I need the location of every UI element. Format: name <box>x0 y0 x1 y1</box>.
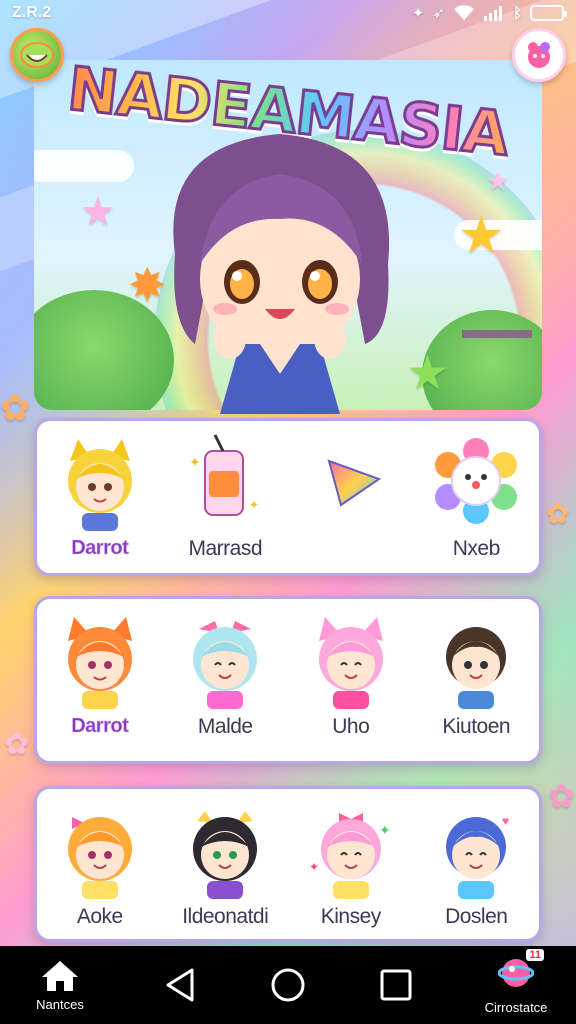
cloud-decoration <box>34 150 134 182</box>
orange-cat-girl-icon <box>67 617 132 709</box>
character-name: Malde <box>197 715 253 738</box>
play-triangle-icon <box>327 459 381 507</box>
character-name: Darrot <box>71 715 129 738</box>
arrow-icon: ➶ <box>432 5 445 22</box>
pink-haired-girl-icon: ✦ ✦ <box>309 813 391 899</box>
back-triangle-icon <box>166 968 194 1002</box>
character-card[interactable]: Ildeonatdi <box>163 789 289 939</box>
yellow-star-icon: ★ <box>458 207 505 265</box>
character-name: Uho <box>332 715 370 738</box>
blue-haired-boy-icon: ♥ <box>446 814 509 899</box>
svg-text:♥: ♥ <box>502 814 509 828</box>
pink-cat-girl-icon <box>318 617 383 709</box>
character-card[interactable] <box>288 421 414 573</box>
dark-haired-girl-icon <box>193 811 258 899</box>
community-tab[interactable]: 11 Cirrostatce <box>474 949 558 1015</box>
pink-flower-icon: ✿ <box>4 728 30 761</box>
svg-text:✦: ✦ <box>309 860 319 874</box>
character-name: Doslen <box>445 905 508 928</box>
home-label: Nantces <box>36 996 84 1012</box>
character-name: Ildeonatdi <box>182 905 269 928</box>
character-name: Kiutoen <box>442 715 511 738</box>
recents-square-icon <box>380 969 412 1001</box>
character-card[interactable]: ✦ ✦ Kinsey <box>288 789 414 939</box>
gazebo-decoration <box>462 330 532 380</box>
character-card[interactable]: Malde <box>163 599 289 761</box>
smile-leaf-icon <box>20 42 54 68</box>
character-name: Marrasd <box>188 537 263 560</box>
status-time: Z.R.2 <box>12 4 52 21</box>
home-circle-icon <box>271 968 305 1002</box>
character-card[interactable]: Uho <box>288 599 414 761</box>
character-name: Darrot <box>71 537 129 560</box>
status-bar: Z.R.2 ✦ ➶ ᛒ <box>0 0 576 26</box>
pink-creature-icon <box>528 42 550 68</box>
yellow-cat-girl-icon <box>67 439 132 531</box>
blue-haired-girl-icon <box>193 621 258 709</box>
character-card[interactable]: Kiutoen <box>414 599 540 761</box>
pink-flower-icon: ✿ <box>548 778 575 814</box>
character-card[interactable]: Nxeb <box>414 421 540 573</box>
juice-can-icon: ✦ ✦ <box>189 434 259 516</box>
wifi-icon <box>453 5 474 20</box>
character-panel-1: Darrot ✦ ✦ Marrasd Nxeb <box>34 418 542 576</box>
pink-star-icon: ★ <box>80 190 116 234</box>
pink-star-icon: ★ <box>486 166 510 196</box>
app-logo-button[interactable] <box>10 28 64 82</box>
character-name: Kinsey <box>320 905 382 928</box>
character-panel-2: Darrot Malde Uho Kiutoen <box>34 596 542 764</box>
orange-flower-icon: ✿ <box>546 498 570 529</box>
svg-text:✦: ✦ <box>379 822 391 838</box>
home-tab[interactable]: Nantces <box>18 959 102 1012</box>
character-card[interactable]: ♥ Doslen <box>414 789 540 939</box>
orange-flower-icon: ✿ <box>0 387 31 428</box>
hero-character-illustration <box>173 134 390 414</box>
svg-text:✦: ✦ <box>249 498 259 512</box>
character-name: Aoke <box>76 905 123 928</box>
home-circle-button[interactable] <box>258 955 318 1015</box>
navigation-bar: Nantces 11 Cirrostatce <box>0 946 576 1024</box>
bluetooth-icon: ᛒ <box>512 4 522 22</box>
flower-face-icon <box>435 438 518 524</box>
brown-haired-boy-icon <box>446 627 507 709</box>
notification-badge: 11 <box>526 949 544 961</box>
svg-text:✦: ✦ <box>189 454 201 470</box>
home-icon <box>42 960 78 991</box>
profile-button[interactable] <box>512 28 566 82</box>
character-name: Nxeb <box>452 537 501 560</box>
orange-bow-girl-icon <box>67 817 132 899</box>
character-card[interactable]: Aoke <box>37 789 163 939</box>
back-button[interactable] <box>150 955 210 1015</box>
battery-icon <box>530 5 567 21</box>
signal-icon <box>483 6 502 21</box>
community-label: Cirrostatce <box>484 1000 548 1015</box>
character-card[interactable]: Darrot <box>37 421 163 573</box>
alarm-icon: ✦ <box>411 5 425 22</box>
character-card[interactable]: ✦ ✦ Marrasd <box>163 421 289 573</box>
recents-button[interactable] <box>366 955 426 1015</box>
character-card[interactable]: Darrot <box>37 599 163 761</box>
character-panel-3: Aoke Ildeonatdi ✦ ✦ Kinsey ♥ Doslen <box>34 786 542 942</box>
status-icons: ✦ ➶ ᛒ <box>411 4 567 22</box>
community-icon-wrap: 11 <box>497 949 544 996</box>
